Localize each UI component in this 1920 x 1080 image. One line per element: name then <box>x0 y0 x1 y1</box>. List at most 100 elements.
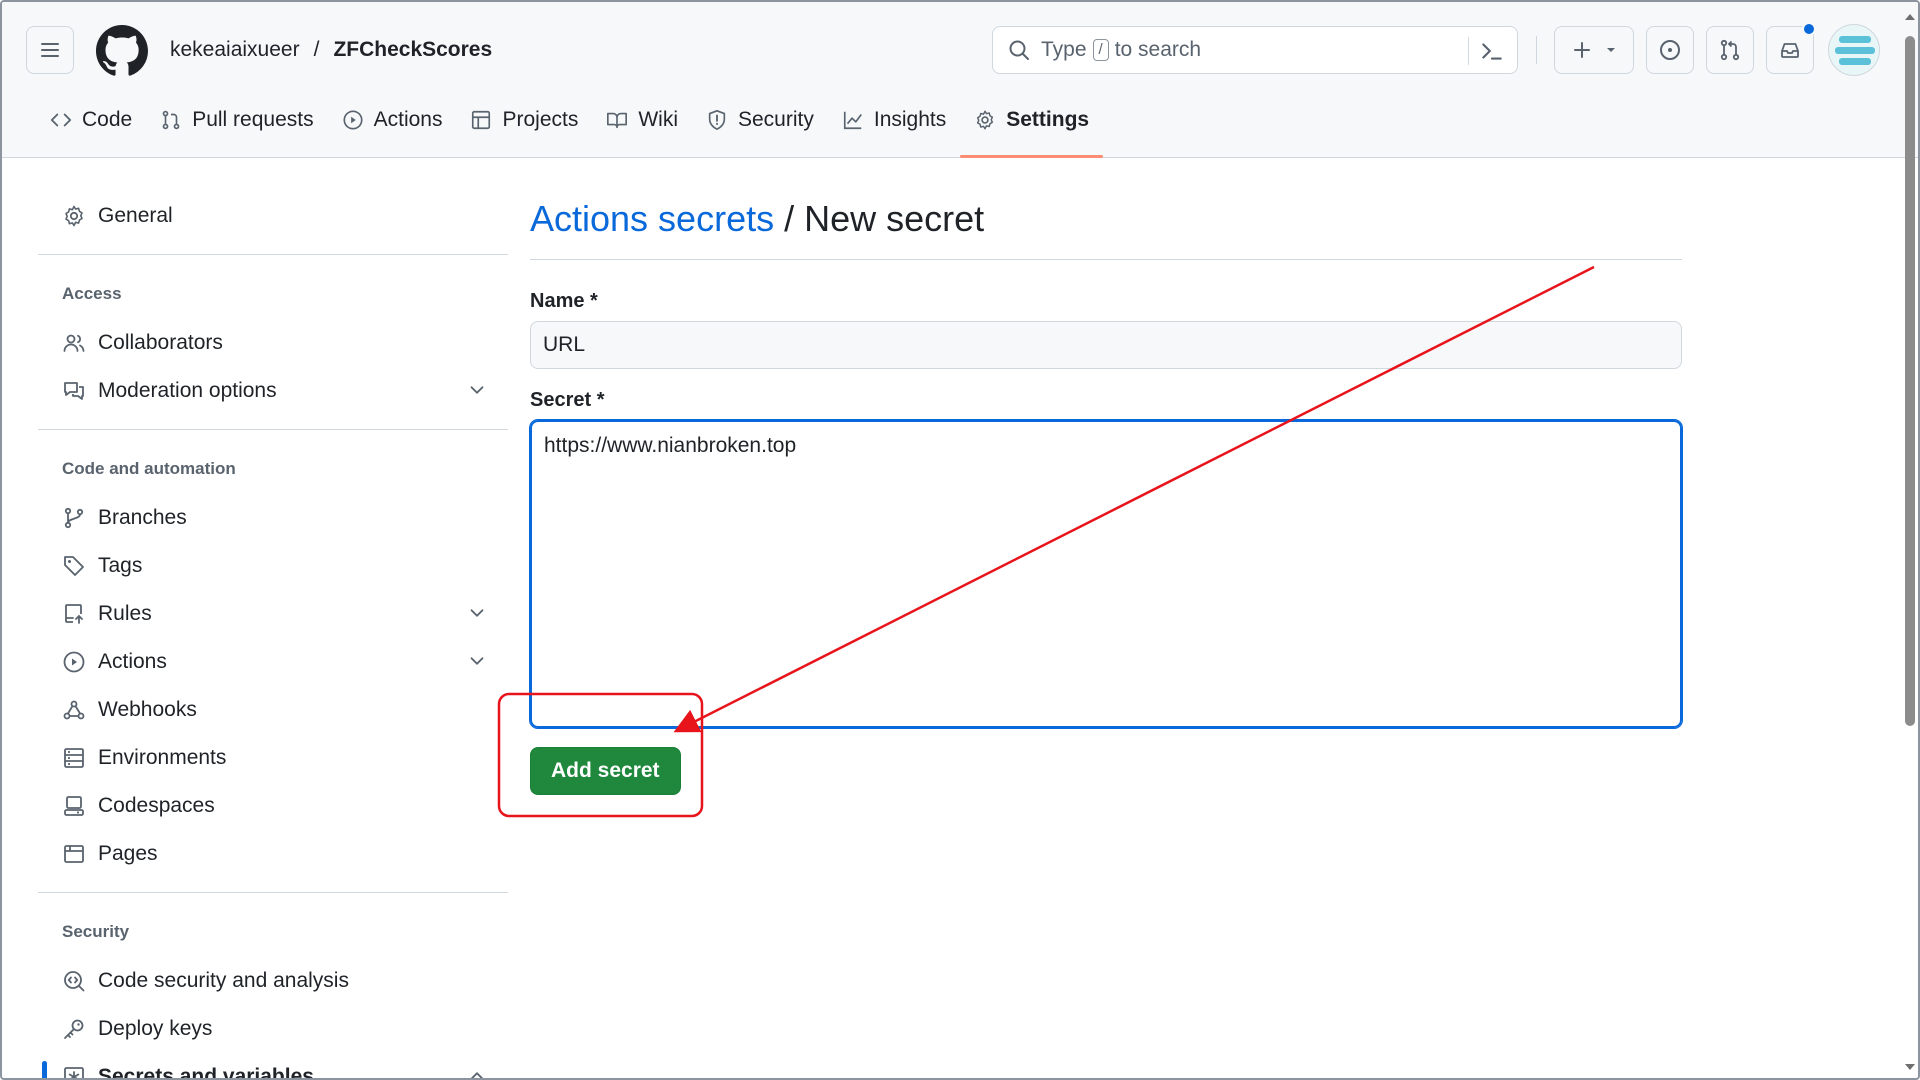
secret-label: Secret * <box>530 389 605 411</box>
tab-security[interactable]: Security <box>692 102 828 158</box>
tab-projects[interactable]: Projects <box>456 102 592 158</box>
sidebar-section-code-automation: Code and automation <box>62 459 236 478</box>
page-title: Actions secrets / New secret <box>530 198 1682 260</box>
github-logo-icon[interactable] <box>96 25 148 77</box>
sidebar-item-label: Moderation options <box>98 379 277 402</box>
sidebar-item-label: Codespaces <box>98 794 215 817</box>
repo-link[interactable]: ZFCheckScores <box>333 38 492 62</box>
chevron-down-icon[interactable] <box>466 602 488 624</box>
sidebar-item-label: Secrets and variables <box>98 1065 314 1080</box>
scroll-up-arrow-icon[interactable] <box>1903 10 1917 24</box>
path-separator: / <box>313 38 320 61</box>
sidebar-item-branches[interactable]: Branches <box>38 494 508 542</box>
sidebar-item-actions[interactable]: Actions <box>38 638 508 686</box>
gear-icon <box>977 110 994 130</box>
sidebar-item-pages[interactable]: Pages <box>38 830 508 878</box>
tag-icon <box>64 556 84 576</box>
tab-actions[interactable]: Actions <box>328 102 457 158</box>
scrollbar-thumb[interactable] <box>1905 36 1915 726</box>
issues-button[interactable] <box>1646 26 1694 74</box>
sidebar-item-collaborators[interactable]: Collaborators <box>38 319 508 367</box>
secret-value-textarea[interactable]: https://www.nianbroken.top <box>529 419 1683 729</box>
search-placeholder: Type / to search <box>1041 38 1201 62</box>
sidebar-item-label: Collaborators <box>98 331 223 354</box>
tab-code[interactable]: Code <box>36 102 146 158</box>
graph-icon <box>843 111 862 130</box>
title-separator: / <box>774 198 805 239</box>
tab-label: Code <box>82 108 133 131</box>
repo-nav-tabs: Code Pull requests Actions Projects Wiki… <box>36 102 1103 158</box>
issue-opened-icon <box>1660 40 1680 60</box>
sidebar-item-general[interactable]: General <box>38 192 508 240</box>
server-icon <box>64 748 84 768</box>
page-scrollbar[interactable] <box>1900 2 1918 1078</box>
sidebar-item-label: Rules <box>98 602 152 625</box>
sidebar-item-code-security[interactable]: Code security and analysis <box>38 957 508 1005</box>
pull-requests-button[interactable] <box>1706 26 1754 74</box>
webhook-icon <box>63 700 85 720</box>
actions-secrets-link[interactable]: Actions secrets <box>530 198 774 239</box>
sidebar-item-label: Deploy keys <box>98 1017 213 1040</box>
sidebar-item-secrets-and-variables[interactable]: Secrets and variables <box>38 1053 508 1080</box>
tab-pull-requests[interactable]: Pull requests <box>146 102 327 158</box>
sidebar-section-access: Access <box>62 284 122 303</box>
chevron-up-icon[interactable] <box>466 1065 488 1080</box>
book-icon <box>607 112 628 129</box>
browser-icon <box>64 845 84 863</box>
tab-wiki[interactable]: Wiki <box>592 102 692 158</box>
user-avatar[interactable] <box>1828 24 1880 76</box>
owner-link[interactable]: kekeaiaixueer <box>170 38 300 62</box>
codescan-icon <box>64 971 85 992</box>
tab-label: Wiki <box>638 108 678 131</box>
search-suffix: to search <box>1114 38 1202 61</box>
sidebar-item-deploy-keys[interactable]: Deploy keys <box>38 1005 508 1053</box>
sidebar-divider <box>38 892 508 893</box>
menu-button[interactable] <box>26 26 74 74</box>
hamburger-icon <box>41 43 59 57</box>
git-branch-icon <box>64 507 84 529</box>
comment-discussion-icon <box>64 382 84 400</box>
sidebar-item-codespaces[interactable]: Codespaces <box>38 782 508 830</box>
asterisk-icon <box>64 1067 84 1078</box>
sidebar-item-environments[interactable]: Environments <box>38 734 508 782</box>
sidebar-section-security: Security <box>62 922 130 941</box>
git-pull-request-icon <box>1720 39 1740 61</box>
sidebar-item-webhooks[interactable]: Webhooks <box>38 686 508 734</box>
search-prefix: Type <box>1041 38 1087 61</box>
sidebar-item-moderation-options[interactable]: Moderation options <box>38 367 508 415</box>
sidebar-item-label: Tags <box>98 554 143 577</box>
add-secret-button[interactable]: Add secret <box>530 747 681 795</box>
tab-insights[interactable]: Insights <box>828 102 960 158</box>
sidebar-item-tags[interactable]: Tags <box>38 542 508 590</box>
search-divider <box>1468 37 1469 65</box>
tab-label: Insights <box>873 108 947 131</box>
browser-frame: kekeaiaixueer / ZFCheckScores Type / to … <box>0 0 1920 1080</box>
tab-label: Pull requests <box>192 108 314 131</box>
people-icon <box>63 334 85 352</box>
unread-notification-dot <box>1802 22 1816 36</box>
sidebar-divider <box>38 429 508 430</box>
tab-settings[interactable]: Settings <box>960 102 1103 158</box>
scroll-down-arrow-icon[interactable] <box>1903 1060 1917 1074</box>
sidebar-item-label: General <box>98 204 173 227</box>
secret-name-input[interactable] <box>530 321 1682 369</box>
settings-sidebar: General Access Collaborators Moderation … <box>38 192 508 1080</box>
code-icon <box>50 113 72 127</box>
sidebar-item-label: Pages <box>98 842 158 865</box>
create-new-button[interactable] <box>1554 26 1634 74</box>
search-box[interactable]: Type / to search <box>992 26 1518 74</box>
sidebar-item-label: Actions <box>98 650 167 673</box>
pull-request-icon <box>162 110 180 130</box>
tab-label: Settings <box>1006 108 1090 131</box>
sidebar-item-label: Environments <box>98 746 227 769</box>
plus-icon <box>1574 42 1590 58</box>
codespaces-icon <box>64 796 84 816</box>
sidebar-item-rules[interactable]: Rules <box>38 590 508 638</box>
play-icon <box>343 110 363 130</box>
command-palette-icon[interactable] <box>1479 38 1505 64</box>
chevron-down-icon[interactable] <box>466 650 488 672</box>
header-divider <box>1536 36 1537 64</box>
sidebar-item-label: Code security and analysis <box>98 969 349 992</box>
chevron-down-icon[interactable] <box>466 379 488 401</box>
caret-down-icon <box>1607 48 1615 52</box>
